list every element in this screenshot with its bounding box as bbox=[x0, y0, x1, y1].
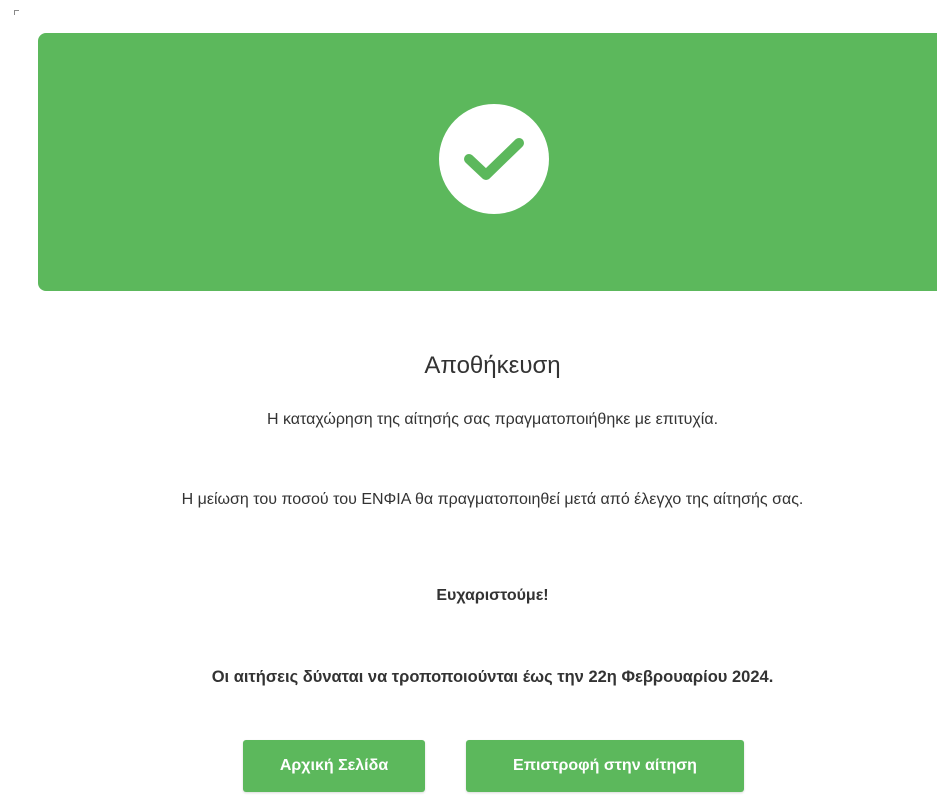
page-title: Αποθήκευση bbox=[424, 352, 561, 379]
thanks-message: Ευχαριστούμε! bbox=[436, 587, 549, 604]
corner-mark bbox=[14, 10, 19, 15]
success-message: Η καταχώρηση της αίτησής σας πραγματοποι… bbox=[266, 411, 719, 428]
success-banner bbox=[38, 33, 937, 291]
checkmark-icon bbox=[464, 138, 524, 180]
home-page-button[interactable]: Αρχική Σελίδα bbox=[243, 740, 425, 792]
deadline-notice: Οι αιτήσεις δύναται να τροποποιούνται έω… bbox=[211, 668, 774, 686]
check-circle-icon bbox=[439, 104, 549, 214]
back-to-application-button[interactable]: Επιστροφή στην αίτηση bbox=[466, 740, 744, 792]
reduction-message: Η μείωση του ποσού του ΕΝΦΙΑ θα πραγματο… bbox=[181, 491, 804, 508]
